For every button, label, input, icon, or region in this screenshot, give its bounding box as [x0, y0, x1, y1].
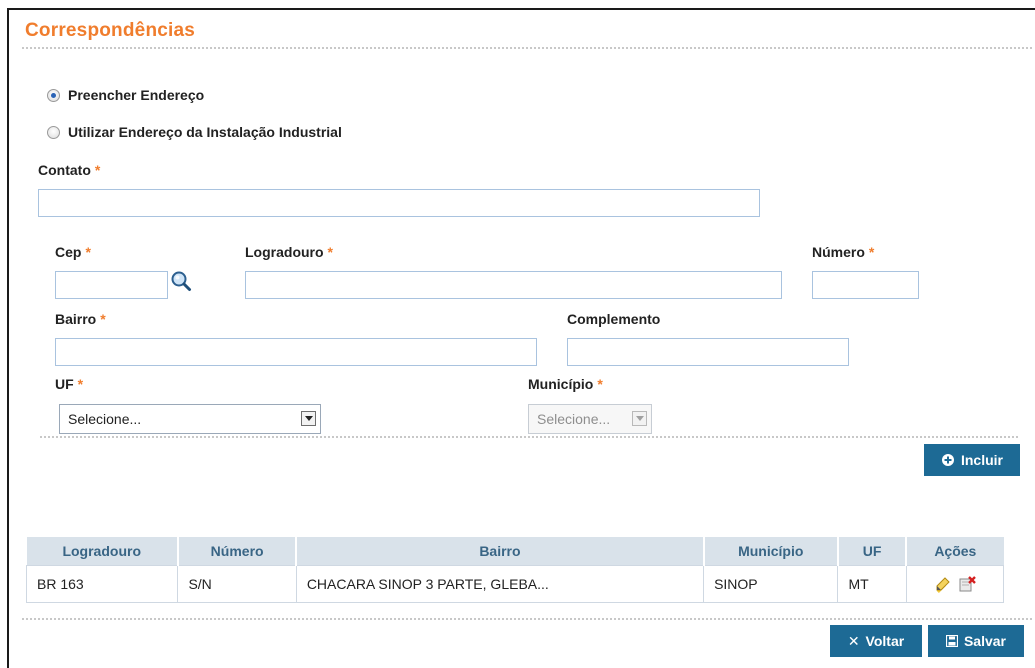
- voltar-label: Voltar: [865, 633, 905, 649]
- municipio-label: Município *: [528, 376, 603, 392]
- title-divider: [22, 47, 1032, 49]
- cell-municipio: SINOP: [703, 565, 839, 603]
- cep-field[interactable]: [55, 271, 168, 299]
- incluir-label: Incluir: [960, 452, 1003, 468]
- column-header-uf[interactable]: UF: [837, 537, 908, 566]
- radio-utilizar-endereco-instalacao[interactable]: Utilizar Endereço da Instalação Industri…: [47, 124, 342, 140]
- chevron-down-icon[interactable]: [632, 411, 647, 426]
- numero-field[interactable]: [812, 271, 919, 299]
- cep-label: Cep *: [55, 244, 91, 260]
- uf-select[interactable]: Selecione...: [59, 404, 321, 434]
- contato-field[interactable]: [38, 189, 760, 217]
- table-row: BR 163 S/N CHACARA SINOP 3 PARTE, GLEBA.…: [25, 565, 1005, 603]
- salvar-button[interactable]: Salvar: [928, 625, 1024, 657]
- complemento-label: Complemento: [567, 311, 661, 327]
- incluir-button[interactable]: Incluir: [924, 444, 1020, 476]
- plus-circle-icon: [941, 454, 954, 466]
- cell-numero: S/N: [177, 565, 297, 603]
- cell-bairro: CHACARA SINOP 3 PARTE, GLEBA...: [295, 565, 705, 603]
- cell-acoes: [905, 565, 1005, 603]
- logradouro-field[interactable]: [245, 271, 782, 299]
- radio-selected-icon[interactable]: [47, 88, 60, 102]
- column-header-logradouro[interactable]: Logradouro: [26, 537, 179, 566]
- chevron-down-icon[interactable]: [301, 411, 316, 426]
- save-icon: [945, 635, 958, 647]
- contato-label: Contato *: [38, 162, 101, 178]
- edit-icon[interactable]: [933, 574, 953, 594]
- complemento-field[interactable]: [567, 338, 849, 366]
- page-title: Correspondências: [25, 20, 196, 41]
- cell-logradouro: BR 163: [25, 565, 179, 603]
- column-header-municipio[interactable]: Município: [703, 537, 839, 566]
- radio-unselected-icon[interactable]: [47, 125, 60, 139]
- radio-label: Preencher Endereço: [68, 87, 205, 103]
- voltar-button[interactable]: ✕ Voltar: [830, 625, 922, 657]
- column-header-acoes: Ações: [906, 537, 1004, 566]
- bairro-label: Bairro *: [55, 311, 106, 327]
- table-divider: [22, 618, 1032, 620]
- form-divider: [40, 436, 1018, 438]
- salvar-label: Salvar: [963, 633, 1007, 649]
- column-header-bairro[interactable]: Bairro: [296, 537, 705, 566]
- numero-label: Número *: [812, 244, 875, 260]
- radio-label: Utilizar Endereço da Instalação Industri…: [68, 124, 342, 140]
- uf-label: UF *: [55, 376, 84, 392]
- municipio-select[interactable]: Selecione...: [528, 404, 652, 434]
- cell-uf: MT: [837, 565, 907, 603]
- bairro-field[interactable]: [55, 338, 537, 366]
- addresses-table: Logradouro Número Bairro Município UF Aç…: [25, 537, 1005, 603]
- logradouro-label: Logradouro *: [245, 244, 333, 260]
- close-icon: ✕: [847, 633, 860, 649]
- table-header-row: Logradouro Número Bairro Município UF Aç…: [26, 537, 1004, 566]
- search-icon[interactable]: [170, 270, 192, 292]
- radio-preencher-endereco[interactable]: Preencher Endereço: [47, 87, 204, 103]
- delete-icon[interactable]: [957, 574, 977, 594]
- column-header-numero[interactable]: Número: [177, 537, 298, 566]
